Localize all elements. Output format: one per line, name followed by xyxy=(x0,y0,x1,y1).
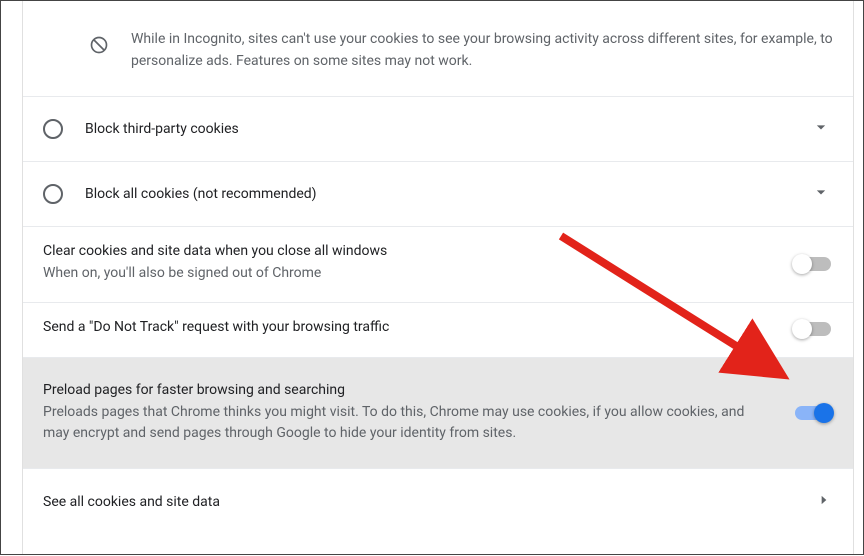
toggle-knob xyxy=(814,403,834,423)
toggle-do-not-track[interactable] xyxy=(795,322,831,336)
toggle-knob xyxy=(792,254,812,274)
setting-preload-pages: Preload pages for faster browsing and se… xyxy=(23,358,853,469)
setting-clear-on-close: Clear cookies and site data when you clo… xyxy=(23,227,853,303)
incognito-description-row: While in Incognito, sites can't use your… xyxy=(23,1,853,97)
radio-label: Block third-party cookies xyxy=(85,121,811,137)
setting-title: Preload pages for faster browsing and se… xyxy=(43,382,771,398)
chevron-down-icon xyxy=(811,117,831,141)
radio-block-third-party[interactable]: Block third-party cookies xyxy=(23,97,853,162)
setting-subtitle: Preloads pages that Chrome thinks you mi… xyxy=(43,402,771,444)
radio-icon xyxy=(43,119,63,139)
radio-block-all-cookies[interactable]: Block all cookies (not recommended) xyxy=(23,162,853,227)
link-see-all-cookies[interactable]: See all cookies and site data xyxy=(23,469,853,535)
toggle-preload-pages[interactable] xyxy=(795,406,831,420)
setting-title: Send a "Do Not Track" request with your … xyxy=(43,319,771,335)
link-label: See all cookies and site data xyxy=(43,494,817,510)
setting-subtitle: When on, you'll also be signed out of Ch… xyxy=(43,263,771,284)
chevron-right-icon xyxy=(817,493,831,511)
incognito-description-text: While in Incognito, sites can't use your… xyxy=(131,11,833,72)
toggle-clear-on-close[interactable] xyxy=(795,257,831,271)
setting-do-not-track: Send a "Do Not Track" request with your … xyxy=(23,303,853,358)
block-icon xyxy=(89,35,109,55)
radio-icon xyxy=(43,184,63,204)
toggle-knob xyxy=(792,319,812,339)
radio-label: Block all cookies (not recommended) xyxy=(85,186,811,202)
setting-title: Clear cookies and site data when you clo… xyxy=(43,243,771,259)
chevron-down-icon xyxy=(811,182,831,206)
